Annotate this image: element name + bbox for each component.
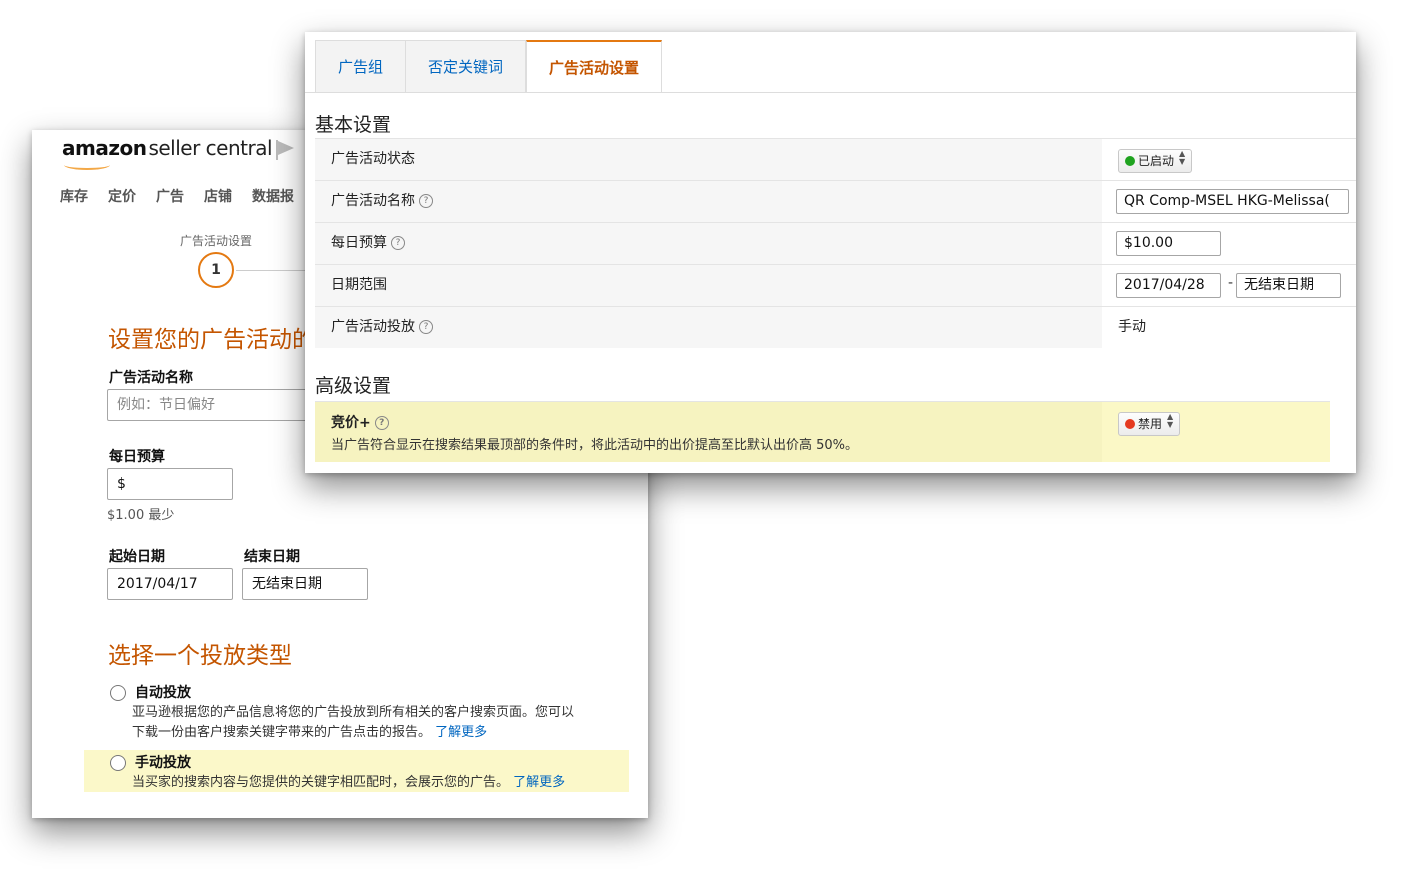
- manual-targeting-desc-text: 当买家的搜索内容与您提供的关键字相匹配时，会展示您的广告。: [132, 775, 510, 790]
- targeting-heading: 选择一个投放类型: [108, 643, 292, 669]
- campaign-name-setting-input[interactable]: QR Comp-MSEL HKG-Melissa(: [1116, 189, 1349, 214]
- auto-targeting-title: 自动投放: [135, 685, 191, 701]
- row-campaign-targeting: 广告活动投放? 手动: [315, 306, 1356, 348]
- daily-budget-label: 每日预算: [109, 449, 165, 465]
- logo-product: seller central: [148, 136, 273, 160]
- tab-divider: [305, 92, 1356, 93]
- row-campaign-name: 广告活动名称? QR Comp-MSEL HKG-Melissa(: [315, 180, 1356, 222]
- end-date-label: 结束日期: [244, 549, 300, 565]
- step-connector: [236, 270, 316, 271]
- row-daily-budget: 每日预算? $10.00: [315, 222, 1356, 264]
- campaign-status-label: 广告活动状态: [315, 139, 1102, 180]
- advanced-settings-title: 高级设置: [315, 375, 392, 397]
- help-icon[interactable]: ?: [391, 236, 405, 250]
- daily-budget-hint: $1.00 最少: [107, 508, 175, 523]
- daily-budget-input[interactable]: $: [107, 468, 233, 500]
- start-date-label: 起始日期: [109, 549, 165, 565]
- end-date-setting-input[interactable]: 无结束日期: [1236, 273, 1341, 298]
- amazon-seller-central-logo[interactable]: amazon seller central: [62, 136, 273, 160]
- campaign-status-select[interactable]: 已启动 ▲ ▼: [1118, 149, 1193, 173]
- start-date-input[interactable]: 2017/04/17: [107, 568, 233, 600]
- select-arrows-icon: ▲ ▼: [1179, 149, 1186, 166]
- manual-targeting-desc: 当买家的搜索内容与您提供的关键字相匹配时，会展示您的广告。 了解更多: [132, 773, 612, 793]
- flag-icon[interactable]: [276, 140, 294, 160]
- nav-reports[interactable]: 数据报: [252, 186, 294, 206]
- end-date-input[interactable]: 无结束日期: [242, 568, 368, 600]
- help-icon[interactable]: ?: [419, 320, 433, 334]
- date-separator: -: [1228, 275, 1234, 291]
- auto-targeting-desc: 亚马逊根据您的产品信息将您的广告投放到所有相关的客户搜索页面。您可以下载一份由客…: [132, 703, 582, 743]
- daily-budget-setting-label: 每日预算?: [315, 223, 1102, 264]
- start-date-setting-input[interactable]: 2017/04/28: [1116, 273, 1221, 298]
- auto-learn-more-link[interactable]: 了解更多: [435, 725, 487, 740]
- help-icon[interactable]: ?: [419, 194, 433, 208]
- manual-targeting-title: 手动投放: [135, 755, 191, 771]
- campaign-name-label: 广告活动名称: [109, 370, 193, 386]
- row-bid-plus: 竞价+? 当广告符合显示在搜索结果最顶部的条件时，将此活动中的出价提高至比默认出…: [315, 401, 1330, 462]
- campaign-targeting-label: 广告活动投放?: [315, 307, 1102, 348]
- tab-ad-groups[interactable]: 广告组: [315, 40, 406, 92]
- tab-campaign-settings[interactable]: 广告活动设置: [526, 40, 663, 92]
- row-date-range: 日期范围 2017/04/28 - 无结束日期: [315, 264, 1356, 306]
- step-label: 广告活动设置: [180, 234, 253, 248]
- daily-budget-setting-input[interactable]: $10.00: [1116, 231, 1221, 256]
- campaign-settings-panel: 广告组 否定关键词 广告活动设置 基本设置 广告活动状态 已启动 ▲ ▼ 广告活动名…: [305, 32, 1356, 473]
- nav-inventory[interactable]: 库存: [60, 186, 88, 206]
- setup-heading: 设置您的广告活动的: [108, 327, 315, 353]
- basic-settings-title: 基本设置: [315, 114, 392, 136]
- step-indicator: 1: [198, 252, 234, 288]
- campaign-name-setting-label: 广告活动名称?: [315, 181, 1102, 222]
- enabled-dot-icon: [1125, 156, 1135, 166]
- bid-plus-select[interactable]: 禁用 ▲ ▼: [1118, 412, 1181, 436]
- logo-brand: amazon: [62, 136, 147, 160]
- select-arrows-icon: ▲ ▼: [1167, 412, 1174, 429]
- bid-plus-title: 竞价+?: [331, 412, 389, 432]
- auto-targeting-desc-text: 亚马逊根据您的产品信息将您的广告投放到所有相关的客户搜索页面。您可以下载一份由客…: [132, 705, 575, 740]
- bid-plus-label-cell: 竞价+? 当广告符合显示在搜索结果最顶部的条件时，将此活动中的出价提高至比默认出…: [315, 402, 1102, 462]
- campaign-status-value: 已启动: [1138, 154, 1175, 168]
- disabled-dot-icon: [1125, 419, 1135, 429]
- nav-storefront[interactable]: 店铺: [204, 186, 232, 206]
- auto-targeting-radio[interactable]: [110, 685, 126, 701]
- campaign-targeting-value: 手动: [1118, 319, 1146, 335]
- amazon-smile-icon: [64, 160, 110, 170]
- bid-plus-desc: 当广告符合显示在搜索结果最顶部的条件时，将此活动中的出价提高至比默认出价高 50…: [331, 438, 859, 453]
- nav-pricing[interactable]: 定价: [108, 186, 136, 206]
- tab-negative-keywords[interactable]: 否定关键词: [405, 40, 527, 92]
- manual-learn-more-link[interactable]: 了解更多: [513, 775, 565, 790]
- manual-targeting-radio[interactable]: [110, 755, 126, 771]
- row-campaign-status: 广告活动状态 已启动 ▲ ▼: [315, 138, 1356, 180]
- nav-advertising[interactable]: 广告: [156, 186, 184, 206]
- date-range-label: 日期范围: [315, 265, 1102, 306]
- main-nav: 库存 定价 广告 店铺 数据报: [60, 186, 294, 206]
- help-icon[interactable]: ?: [374, 416, 389, 430]
- bid-plus-status-value: 禁用: [1138, 417, 1163, 431]
- tab-bar: 广告组 否定关键词 广告活动设置: [315, 40, 663, 92]
